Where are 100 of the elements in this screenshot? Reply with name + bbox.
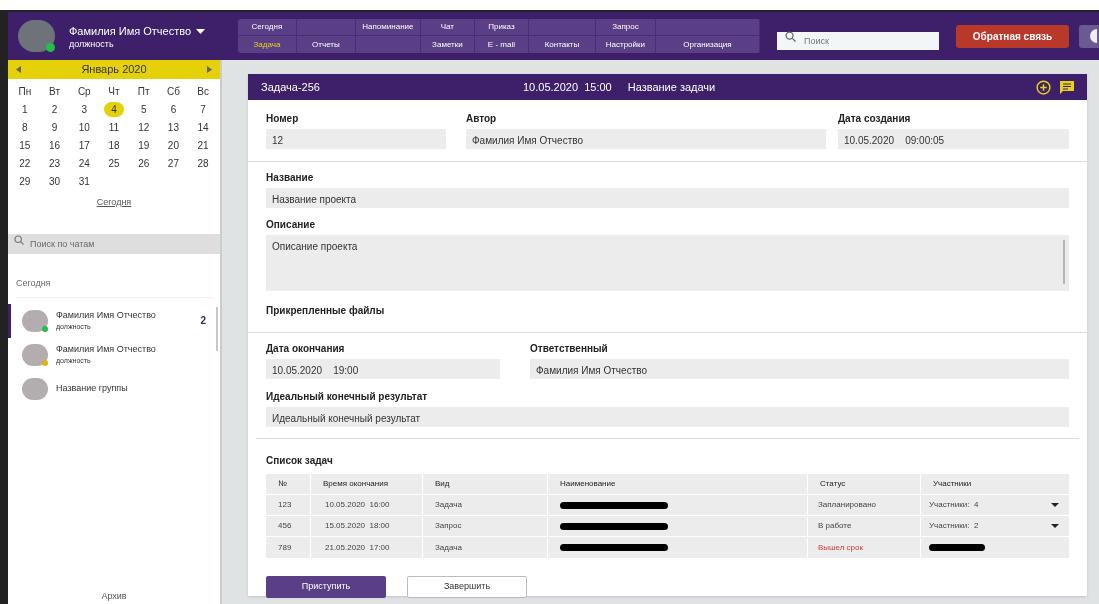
table-row[interactable]: 123 10.05.2020 16:00 Задача Запланировано Участники: 4 xyxy=(266,495,1069,516)
search-icon xyxy=(14,234,24,245)
calendar-day[interactable]: 17 xyxy=(74,137,95,153)
table-cell: Задача xyxy=(423,537,548,558)
nav-tab[interactable]: Сегодня xyxy=(237,19,297,36)
weekday: Чт xyxy=(107,84,121,99)
participants-dropdown[interactable]: Участники: 4 xyxy=(929,499,1059,511)
caret-icon[interactable] xyxy=(196,28,206,34)
task-date: 10.05.2020 15:00 xyxy=(523,79,612,95)
text-field[interactable]: Фамилия Имя Отчество xyxy=(530,359,1069,379)
calendar-day[interactable]: 23 xyxy=(44,155,65,171)
chat-item[interactable]: Название группы xyxy=(8,371,220,406)
chat-search-field[interactable]: Поиск по чатам xyxy=(8,233,220,254)
previous-month-icon[interactable] xyxy=(16,66,21,73)
calendar-day[interactable]: 26 xyxy=(133,155,154,171)
nav-tab[interactable]: Запрос xyxy=(595,19,656,36)
table-cell: 456 xyxy=(266,516,311,536)
help-button[interactable] xyxy=(1079,24,1099,48)
calendar-day[interactable]: 14 xyxy=(193,119,214,135)
calendar-day[interactable]: 12 xyxy=(133,119,154,135)
next-month-icon[interactable] xyxy=(207,66,212,73)
scrollbar[interactable] xyxy=(216,306,218,351)
calendar-day[interactable]: 25 xyxy=(104,155,124,171)
calendar-day[interactable]: 20 xyxy=(163,137,184,153)
text-field[interactable]: 10.05.2020 09:00:05 xyxy=(838,129,1069,149)
text-field[interactable]: Описание проекта xyxy=(266,235,1069,291)
weekday: Вт xyxy=(48,84,61,99)
text-field[interactable]: 10.05.2020 19:00 xyxy=(266,359,500,379)
calendar-day[interactable]: 8 xyxy=(14,119,35,135)
calendar-day[interactable]: 11 xyxy=(104,119,124,135)
nav-tab[interactable]: Отчеты xyxy=(296,36,356,53)
table-cell: Запланировано xyxy=(808,495,921,515)
caret-icon xyxy=(1051,503,1059,507)
empty-nav-cell xyxy=(528,19,596,36)
text-field[interactable]: Название проекта xyxy=(266,188,1069,208)
calendar-day[interactable]: 1 xyxy=(14,101,35,117)
calendar-day[interactable]: 21 xyxy=(193,137,214,153)
text-field[interactable]: 12 xyxy=(266,129,446,149)
calendar-day[interactable]: 9 xyxy=(44,119,65,135)
task-title: Название задачи xyxy=(627,79,716,95)
avatar[interactable] xyxy=(18,20,55,52)
column-header: Статус xyxy=(808,474,921,494)
chat-name: Название группы xyxy=(56,381,129,395)
user-name[interactable]: Фамилия Имя Отчество xyxy=(69,22,192,40)
avatar xyxy=(22,343,48,366)
column-header: Вид xyxy=(423,474,548,494)
calendar-day[interactable]: 6 xyxy=(163,101,184,117)
user-role: должность xyxy=(69,39,115,50)
nav-tab[interactable]: Чат xyxy=(420,19,475,36)
text-field[interactable]: Идеальный конечный результат xyxy=(266,407,1069,427)
avatar xyxy=(22,309,48,332)
calendar-day[interactable]: 27 xyxy=(163,155,184,171)
table-cell: 10.05.2020 16:00 xyxy=(311,495,423,515)
calendar-day[interactable]: 10 xyxy=(74,119,95,135)
calendar-day[interactable]: 28 xyxy=(193,155,214,171)
nav-tab[interactable]: Заметки xyxy=(420,36,475,53)
calendar-day[interactable]: 3 xyxy=(74,101,95,117)
nav-tab[interactable]: E - mail xyxy=(474,36,529,53)
scrollbar[interactable] xyxy=(1063,240,1065,284)
feedback-button[interactable]: Обратная связь xyxy=(955,24,1070,48)
table-row[interactable]: 456 15.05.2020 18:00 Запрос В работе Участники: 2 xyxy=(266,516,1069,537)
calendar-day[interactable]: 15 xyxy=(14,137,35,153)
nav-tab[interactable]: Настройки xyxy=(595,36,656,53)
nav-tab[interactable]: Контакты xyxy=(528,36,596,53)
calendar-day[interactable]: 4 xyxy=(104,101,124,117)
archive-link[interactable]: Архив xyxy=(101,589,127,603)
column-header: Время окончания xyxy=(311,474,423,494)
caret-icon xyxy=(1051,524,1059,528)
calendar-day[interactable]: 31 xyxy=(74,173,95,189)
calendar-day[interactable]: 5 xyxy=(133,101,154,117)
field-label: Прикрепленные файлы xyxy=(266,304,386,318)
table-cell: 15.05.2020 18:00 xyxy=(311,516,423,536)
add-icon[interactable] xyxy=(1036,79,1051,95)
text-field[interactable]: Фамилия Имя Отчество xyxy=(466,129,826,149)
table-row[interactable]: 789 21.05.2020 17:00 Задача Вышел срок xyxy=(266,537,1069,558)
calendar-day[interactable]: 22 xyxy=(14,155,35,171)
calendar-day[interactable]: 19 xyxy=(133,137,154,153)
calendar-day[interactable]: 13 xyxy=(163,119,184,135)
calendar-day[interactable]: 7 xyxy=(193,101,214,117)
participants-dropdown[interactable]: Участники: 2 xyxy=(929,520,1059,532)
field-label: Номер xyxy=(266,112,300,126)
section-title: Список задач xyxy=(266,455,333,466)
nav-tab[interactable]: Приказ xyxy=(474,19,529,36)
nav-tab[interactable]: Напоминание xyxy=(355,19,421,36)
today-link[interactable]: Сегодня xyxy=(96,196,132,210)
search-field[interactable]: Поиск xyxy=(776,32,939,50)
nav-tab[interactable]: Организация xyxy=(655,36,760,53)
comment-icon[interactable] xyxy=(1060,80,1074,94)
action-button[interactable]: Завершить xyxy=(407,576,527,598)
calendar-day[interactable]: 2 xyxy=(44,101,65,117)
action-button[interactable]: Приступить xyxy=(266,576,386,598)
calendar-day[interactable]: 16 xyxy=(44,137,65,153)
calendar-day[interactable]: 29 xyxy=(14,173,35,189)
avatar xyxy=(22,377,48,400)
nav-tab[interactable]: Задача xyxy=(237,36,297,53)
calendar-day[interactable]: 30 xyxy=(44,173,65,189)
calendar-day[interactable]: 24 xyxy=(74,155,95,171)
column-header: № xyxy=(266,474,311,494)
weekday: Сб xyxy=(165,84,181,99)
calendar-day[interactable]: 18 xyxy=(104,137,124,153)
